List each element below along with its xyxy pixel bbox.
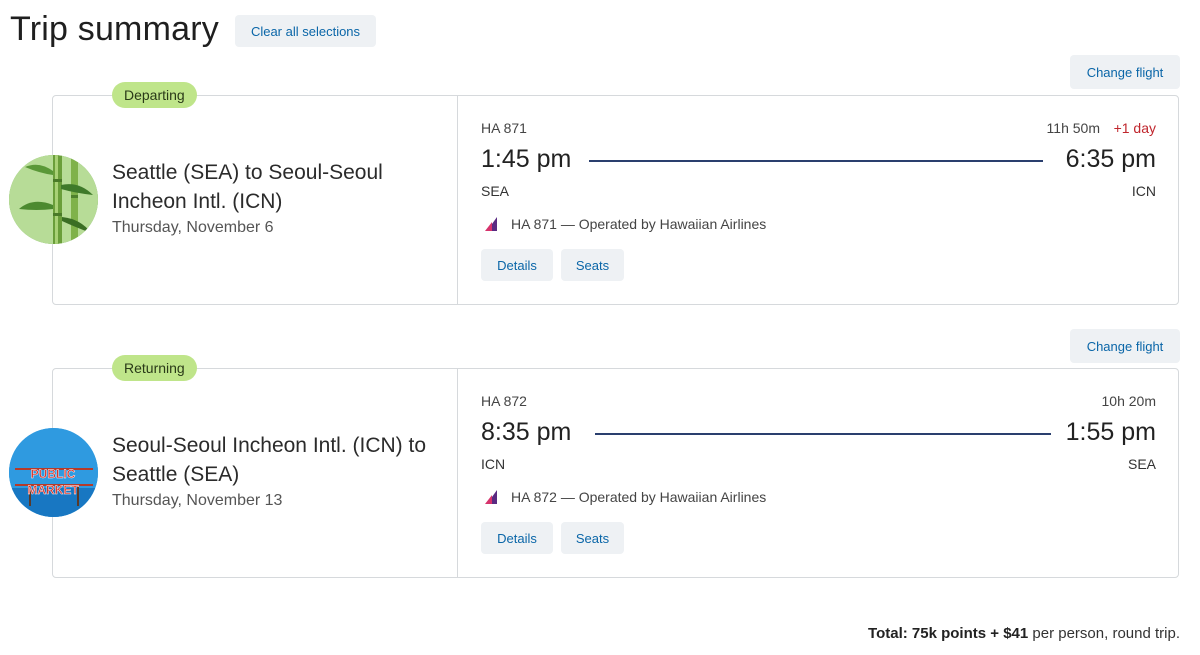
departing-route-pane: Seattle (SEA) to Seoul-Seoul Incheon Int…: [53, 96, 458, 304]
departing-arrive-time: 6:35 pm: [1065, 145, 1156, 173]
clear-all-selections-button[interactable]: Clear all selections: [235, 15, 376, 47]
departing-duration: 11h 50m: [1046, 120, 1100, 136]
returning-route-pane: Seoul-Seoul Incheon Intl. (ICN) to Seatt…: [53, 369, 458, 577]
total-qualifier: per person, round trip.: [1028, 625, 1180, 642]
change-departing-flight-button[interactable]: Change flight: [1070, 55, 1180, 89]
departing-operated-by: HA 871 — Operated by Hawaiian Airlines: [511, 216, 767, 232]
returning-duration: 10h 20m: [1101, 393, 1156, 409]
change-returning-flight-button[interactable]: Change flight: [1070, 329, 1180, 363]
returning-route: Seoul-Seoul Incheon Intl. (ICN) to Seatt…: [112, 434, 426, 486]
departing-flight-card: Seattle (SEA) to Seoul-Seoul Incheon Int…: [52, 95, 1179, 305]
departing-destination-code: ICN: [1131, 183, 1156, 199]
total-amount: Total: 75k points + $41: [868, 625, 1029, 642]
bamboo-illustration: [9, 155, 98, 244]
returning-date: Thursday, November 13: [112, 492, 283, 509]
public-market-photo: PUBLIC MARKET: [9, 428, 98, 517]
public-market-illustration: PUBLIC MARKET: [9, 428, 98, 517]
returning-arrive-time: 1:55 pm: [1065, 418, 1156, 446]
hawaiian-airlines-icon: [485, 217, 497, 231]
hawaiian-airlines-icon: [485, 490, 497, 504]
returning-origin-code: ICN: [481, 456, 506, 472]
departing-route: Seattle (SEA) to Seoul-Seoul Incheon Int…: [112, 161, 383, 213]
photo-sign-bottom: MARKET: [27, 483, 79, 497]
departing-route-line: [589, 160, 1043, 162]
returning-seats-button[interactable]: Seats: [561, 522, 624, 554]
trip-total: Total: 75k points + $41 per person, roun…: [868, 625, 1180, 642]
departing-plus-day: +1 day: [1113, 120, 1156, 136]
returning-flight-card: Seoul-Seoul Incheon Intl. (ICN) to Seatt…: [52, 368, 1179, 578]
departing-details-button[interactable]: Details: [481, 249, 553, 281]
returning-flight-number: HA 872: [481, 393, 527, 409]
page-title: Trip summary: [10, 10, 219, 48]
returning-details-button[interactable]: Details: [481, 522, 553, 554]
departing-date: Thursday, November 6: [112, 219, 274, 236]
departing-seats-button[interactable]: Seats: [561, 249, 624, 281]
returning-badge: Returning: [112, 355, 197, 381]
returning-operated-by: HA 872 — Operated by Hawaiian Airlines: [511, 489, 767, 505]
returning-destination-code: SEA: [1127, 456, 1156, 472]
returning-route-line: [595, 433, 1051, 435]
departing-origin-code: SEA: [481, 183, 510, 199]
bamboo-photo: [9, 155, 98, 244]
photo-sign-top: PUBLIC: [31, 467, 76, 481]
departing-badge: Departing: [112, 82, 197, 108]
returning-depart-time: 8:35 pm: [481, 418, 572, 446]
departing-depart-time: 1:45 pm: [481, 145, 572, 173]
departing-flight-number: HA 871: [481, 120, 527, 136]
